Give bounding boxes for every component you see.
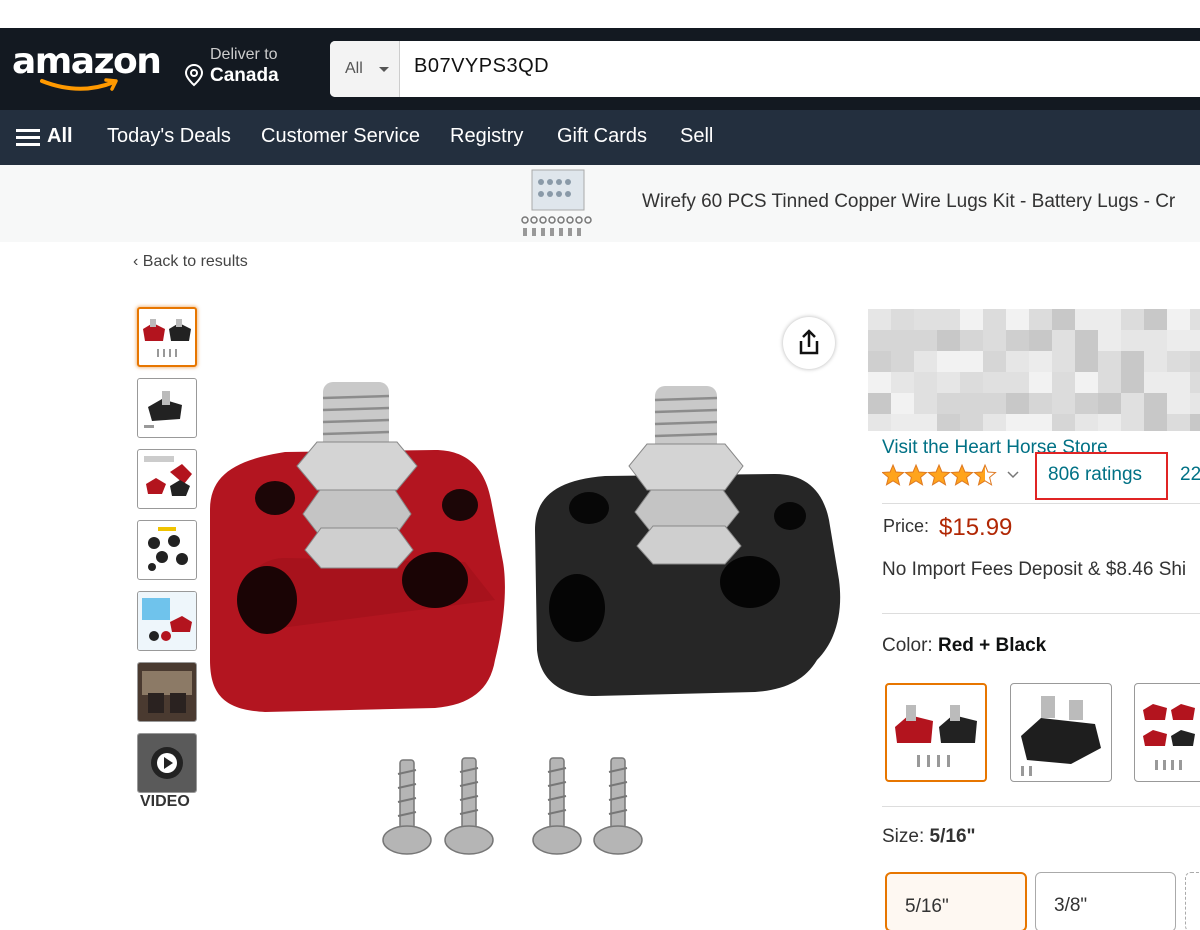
ratings-count-link[interactable]: 806 ratings xyxy=(1048,464,1142,486)
color-label: Color: xyxy=(882,635,933,656)
color-swatch-multipack[interactable] xyxy=(1134,683,1200,782)
deliver-to-label: Deliver to xyxy=(210,46,278,63)
size-selection-label: Size: 5/16" xyxy=(882,826,976,848)
site-header: amazon Deliver to Canada All B07VYPS3QD xyxy=(0,28,1200,110)
deliver-country: Canada xyxy=(210,65,279,86)
promo-title: Wirefy 60 PCS Tinned Copper Wire Lugs Ki… xyxy=(642,191,1176,212)
thumbnail-3[interactable] xyxy=(137,449,197,509)
share-icon xyxy=(799,329,819,355)
nav-all[interactable]: All xyxy=(47,125,73,148)
search-input[interactable]: B07VYPS3QD xyxy=(414,55,549,78)
divider xyxy=(882,503,1200,504)
search-bar: All B07VYPS3QD xyxy=(330,41,1200,97)
size-value: 5/16" xyxy=(929,826,976,847)
logo-smile-icon xyxy=(40,78,118,91)
nav-item-sell[interactable]: Sell xyxy=(680,125,713,148)
thumbnail-4[interactable] xyxy=(137,520,197,580)
star-rating[interactable] xyxy=(882,463,1002,489)
nav-item-registry[interactable]: Registry xyxy=(450,125,523,148)
price-label: Price: xyxy=(883,516,930,536)
nav-item-todays-deals[interactable]: Today's Deals xyxy=(107,125,231,148)
size-label: Size: xyxy=(882,826,925,847)
thumbnail-7-video[interactable] xyxy=(137,733,197,793)
deliver-to-location[interactable]: Deliver to Canada xyxy=(184,46,304,92)
logo-text: amazon xyxy=(12,41,162,82)
chevron-down-icon[interactable] xyxy=(1007,470,1019,480)
promo-product-thumbnail xyxy=(521,169,592,236)
search-category-dropdown[interactable]: All xyxy=(330,41,400,97)
location-pin-icon xyxy=(184,63,204,87)
star-icon xyxy=(904,463,928,486)
chevron-down-icon xyxy=(379,67,389,72)
star-icon xyxy=(973,463,997,486)
price-value: $15.99 xyxy=(939,514,1013,541)
thumbnail-1[interactable] xyxy=(137,307,197,367)
nav-bar: All Today's Deals Customer Service Regis… xyxy=(0,110,1200,165)
answered-questions-link[interactable]: 22 xyxy=(1180,464,1200,486)
star-icon xyxy=(950,463,974,486)
video-label: VIDEO xyxy=(140,793,190,810)
pixelated-product-title xyxy=(868,309,1200,431)
color-swatch-black[interactable] xyxy=(1010,683,1112,782)
star-icon xyxy=(927,463,951,486)
color-swatch-red-black[interactable] xyxy=(885,683,987,782)
thumbnail-6[interactable] xyxy=(137,662,197,722)
divider xyxy=(882,806,1200,807)
color-selection-label: Color: Red + Black xyxy=(882,635,1046,657)
size-option-3-8[interactable]: 3/8" xyxy=(1035,872,1176,930)
share-button[interactable] xyxy=(783,317,835,369)
shipping-info: No Import Fees Deposit & $8.46 Shi xyxy=(882,559,1187,580)
thumbnail-2[interactable] xyxy=(137,378,197,438)
star-icon xyxy=(882,463,905,486)
nav-item-customer-service[interactable]: Customer Service xyxy=(261,125,420,148)
color-value: Red + Black xyxy=(937,635,1047,656)
main-product-image[interactable] xyxy=(205,300,865,880)
thumbnail-5[interactable] xyxy=(137,591,197,651)
size-option-more[interactable] xyxy=(1185,872,1200,930)
hamburger-menu-icon[interactable] xyxy=(16,129,40,147)
amazon-logo[interactable]: amazon xyxy=(12,41,162,94)
size-option-5-16[interactable]: 5/16" xyxy=(885,872,1027,930)
back-to-results-link[interactable]: ‹ Back to results xyxy=(133,253,248,271)
divider xyxy=(882,613,1200,614)
browser-top-strip xyxy=(0,0,1200,28)
sponsored-product-banner[interactable]: Wirefy 60 PCS Tinned Copper Wire Lugs Ki… xyxy=(0,165,1200,242)
search-category-label: All xyxy=(345,60,363,77)
nav-item-gift-cards[interactable]: Gift Cards xyxy=(557,125,647,148)
